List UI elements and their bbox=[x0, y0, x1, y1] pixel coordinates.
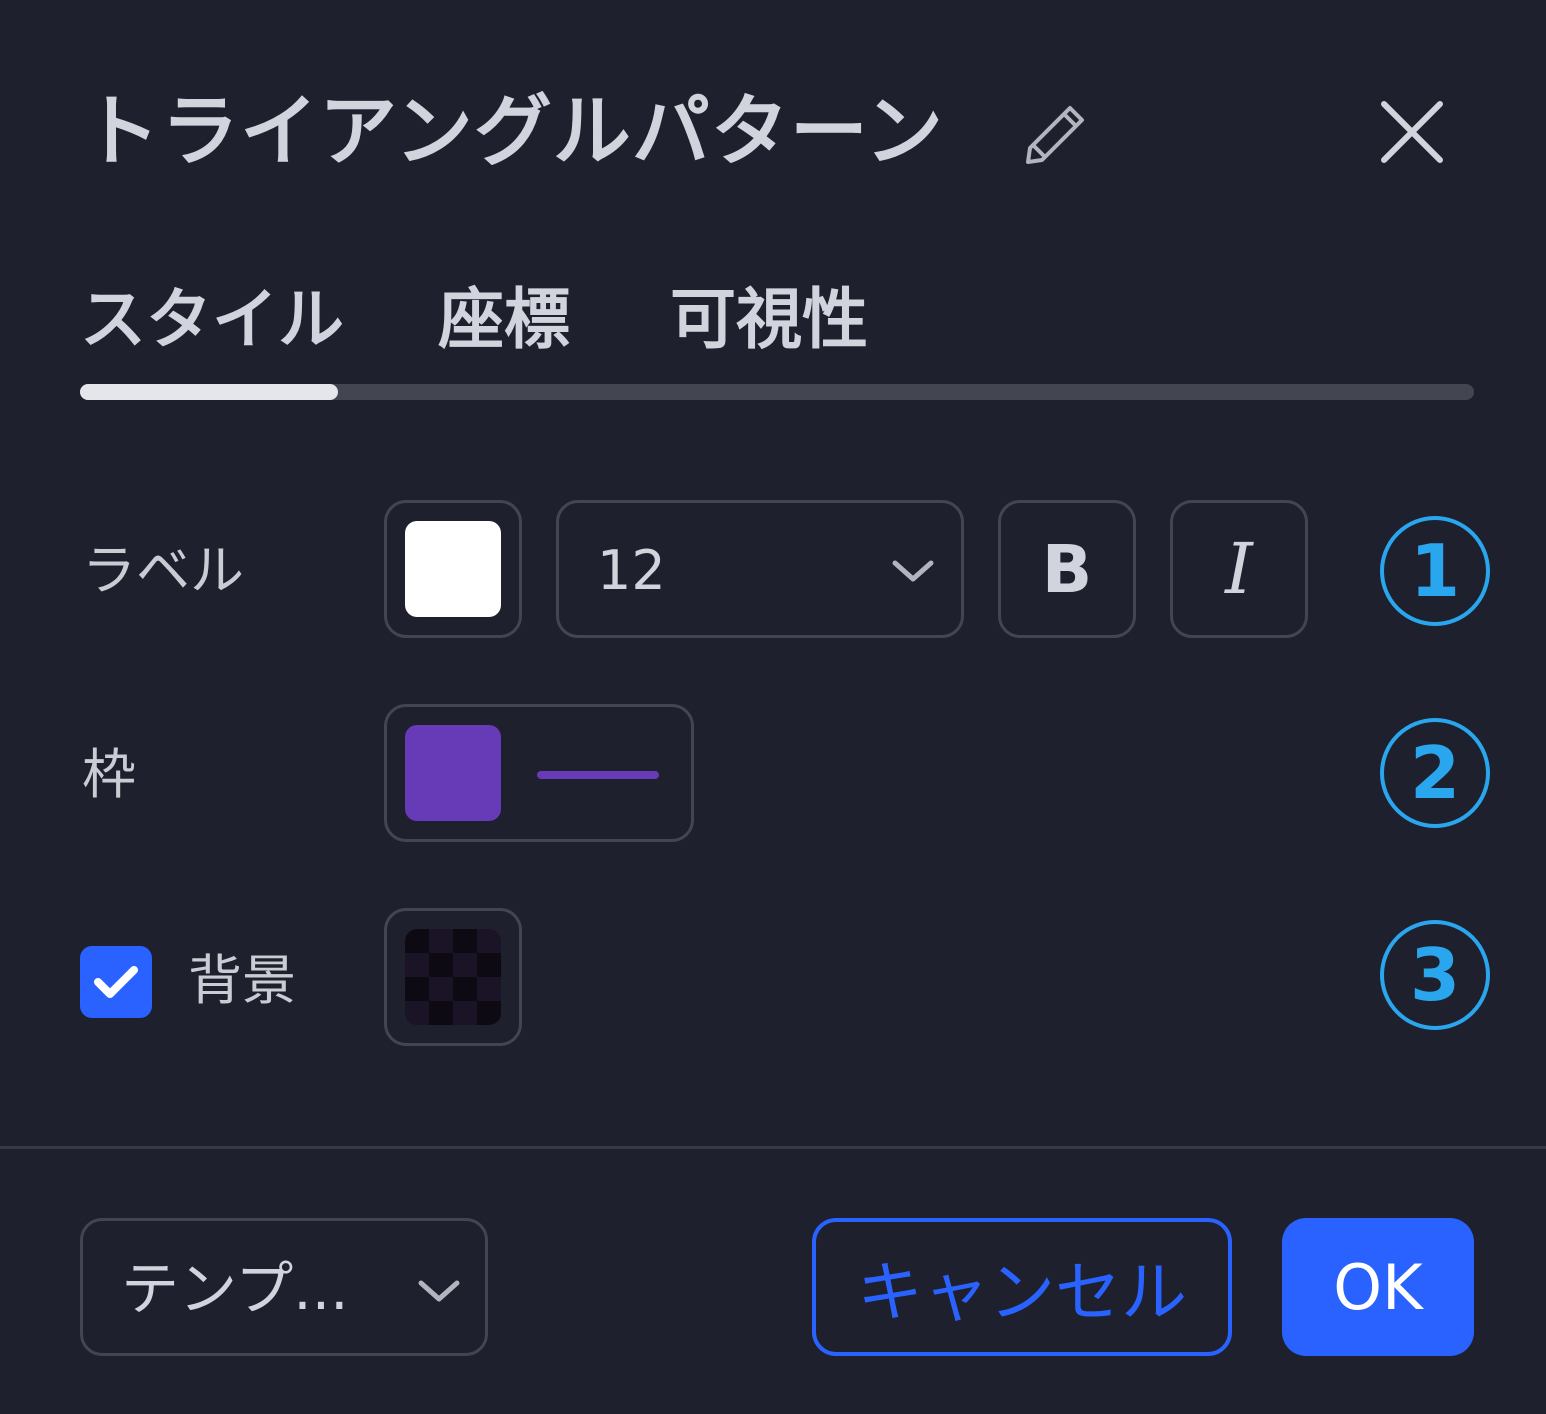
background-checkbox[interactable] bbox=[80, 946, 152, 1018]
active-tab-indicator bbox=[80, 384, 338, 400]
tab-style[interactable]: スタイル bbox=[80, 280, 344, 360]
template-select[interactable]: テンプ... bbox=[80, 1218, 488, 1356]
label-color-fill bbox=[405, 521, 501, 617]
bold-button-label: B bbox=[1041, 530, 1093, 608]
badge-3: 3 bbox=[1380, 920, 1490, 1030]
checkmark-icon bbox=[94, 966, 138, 998]
label-color-swatch[interactable] bbox=[384, 500, 522, 638]
background-color-swatch[interactable] bbox=[384, 908, 522, 1046]
border-style-picker[interactable] bbox=[384, 704, 694, 842]
ok-button[interactable]: OK bbox=[1282, 1218, 1474, 1356]
triangle-pattern-dialog: トライアングルパターン スタイル 座標 可視性 ラベル 12 B I 1 枠 2… bbox=[0, 0, 1546, 1414]
footer-divider bbox=[0, 1146, 1546, 1149]
italic-button-label: I bbox=[1225, 528, 1253, 610]
chevron-down-icon bbox=[418, 1280, 460, 1302]
transparency-checker-icon bbox=[405, 929, 501, 1025]
dialog-title: トライアングルパターン bbox=[82, 87, 944, 177]
border-color-fill bbox=[405, 725, 501, 821]
label-row-title: ラベル bbox=[82, 539, 244, 602]
border-row-title: 枠 bbox=[82, 743, 136, 806]
badge-1: 1 bbox=[1380, 516, 1490, 626]
tab-coordinates[interactable]: 座標 bbox=[438, 280, 570, 360]
background-row-title: 背景 bbox=[188, 949, 296, 1012]
chevron-down-icon bbox=[892, 560, 934, 582]
italic-button[interactable]: I bbox=[1170, 500, 1308, 638]
tab-visibility[interactable]: 可視性 bbox=[670, 280, 868, 360]
border-line-preview bbox=[537, 771, 659, 779]
bold-button[interactable]: B bbox=[998, 500, 1136, 638]
cancel-button[interactable]: キャンセル bbox=[812, 1218, 1232, 1356]
font-size-value: 12 bbox=[597, 539, 666, 602]
font-size-select[interactable]: 12 bbox=[556, 500, 964, 638]
template-select-label: テンプ... bbox=[121, 1255, 349, 1323]
close-icon[interactable] bbox=[1374, 94, 1450, 170]
badge-2: 2 bbox=[1380, 718, 1490, 828]
pencil-icon[interactable] bbox=[1020, 96, 1096, 166]
